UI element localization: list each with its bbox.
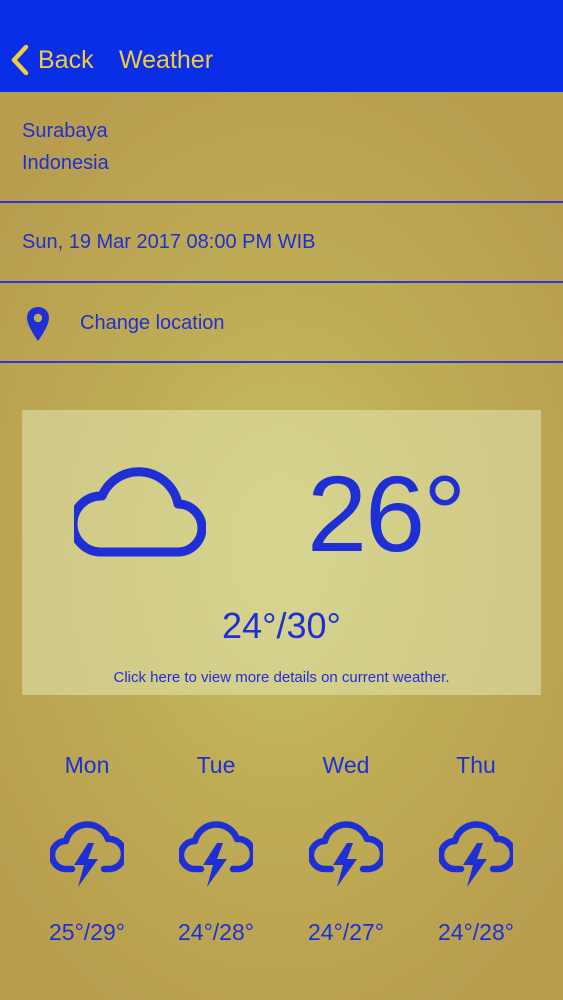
current-weather-card[interactable]: 26° 24°/30° Click here to view more deta… [22,410,541,695]
page-title: Weather [119,46,214,74]
forecast-day-tue[interactable]: Tue 24°/28° [151,745,281,955]
forecast-day-mon[interactable]: Mon 25°/29° [22,745,152,955]
thunderstorm-icon [179,821,253,887]
back-button[interactable]: Back [10,40,94,80]
back-label: Back [38,46,94,74]
nav-bar: Back Weather [0,0,563,92]
forecast-temperature-range: 24°/28° [178,919,254,945]
city-name: Surabaya [22,120,108,142]
forecast-day-thu[interactable]: Thu 24°/28° [411,745,541,955]
thunderstorm-icon [309,821,383,887]
thunderstorm-icon [439,821,513,887]
cloud-icon [74,467,206,557]
forecast-temperature-range: 24°/27° [308,919,384,945]
divider [0,281,563,283]
forecast-day-name: Tue [196,752,236,778]
thunderstorm-icon [50,821,124,887]
forecast-temperature-range: 24°/28° [438,919,514,945]
divider [0,361,563,363]
forecast-day-name: Mon [64,752,110,778]
change-location-button[interactable]: Change location [0,300,563,346]
divider [0,201,563,203]
forecast-list: Mon 25°/29° Tue 24°/28° Wed 24°/27° Thu … [22,745,541,955]
datetime-label: Sun, 19 Mar 2017 08:00 PM WIB [22,231,316,253]
country-name: Indonesia [22,152,109,174]
view-details-link[interactable]: Click here to view more details on curre… [22,668,541,688]
change-location-label: Change location [80,312,225,334]
forecast-temperature-range: 25°/29° [49,919,125,945]
current-temperature-range: 24°/30° [222,605,341,646]
forecast-day-name: Wed [322,752,370,778]
forecast-day-name: Thu [456,752,496,778]
chevron-left-icon [11,44,29,76]
current-temperature: 26° [307,453,466,574]
forecast-day-wed[interactable]: Wed 24°/27° [281,745,411,955]
map-pin-icon [27,307,49,341]
